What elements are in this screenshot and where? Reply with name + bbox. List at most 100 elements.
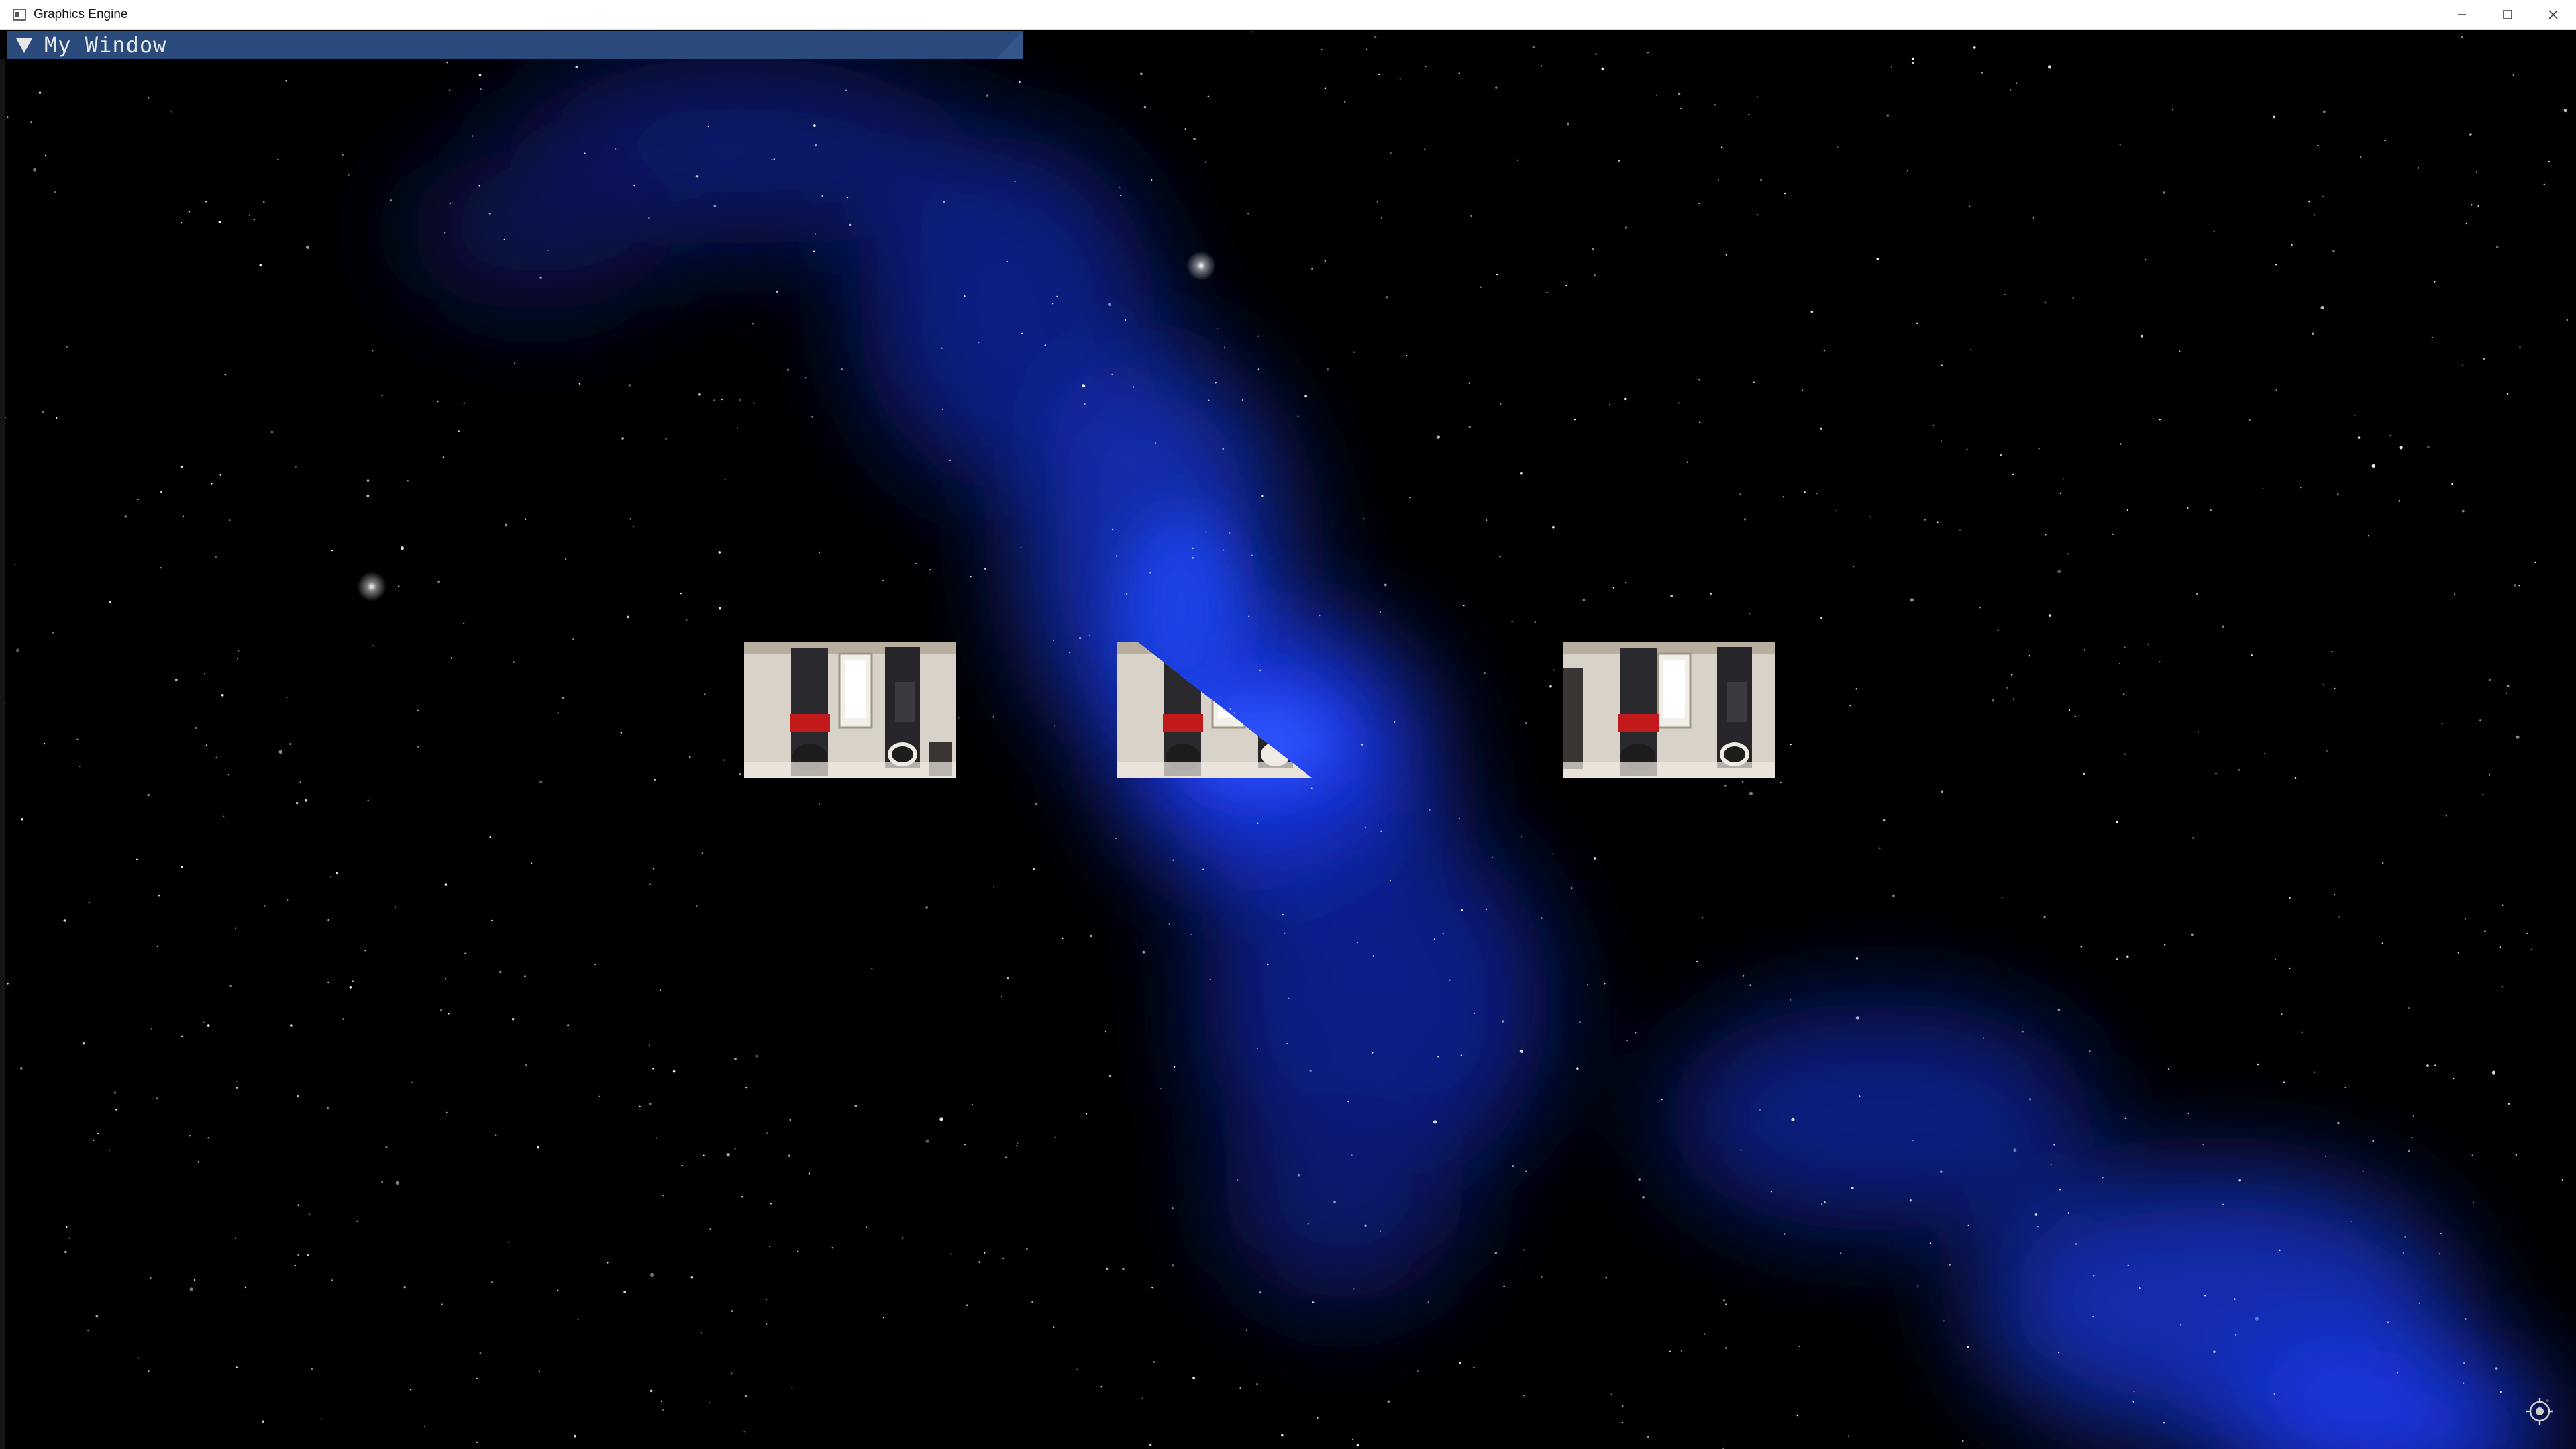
star [1245, 1329, 1248, 1331]
imgui-window-header[interactable]: My Window [7, 31, 1023, 59]
star [2234, 1298, 2236, 1300]
resize-grip[interactable] [996, 31, 1023, 59]
star [221, 694, 224, 697]
star [2506, 685, 2510, 688]
render-viewport[interactable]: My Window [0, 30, 2576, 1449]
star [656, 1137, 658, 1139]
star [1696, 960, 1698, 963]
star [1638, 1178, 1641, 1181]
star [1257, 822, 1259, 824]
star [444, 883, 448, 886]
star [1780, 781, 1782, 784]
star [1173, 1066, 1176, 1068]
star [2354, 414, 2356, 417]
star [1239, 1387, 1241, 1389]
star [1082, 384, 1086, 388]
star [1770, 1191, 1773, 1193]
star [2047, 65, 2052, 69]
star [311, 1368, 313, 1370]
collapse-toggle[interactable] [13, 34, 35, 56]
star [724, 479, 726, 481]
star [2283, 1081, 2285, 1083]
star [1790, 999, 1792, 1001]
star [1085, 1113, 1088, 1115]
star [2187, 1112, 2190, 1115]
star [734, 1148, 736, 1150]
star [771, 158, 773, 161]
star [2499, 946, 2502, 948]
star [1237, 1179, 1239, 1181]
star [2251, 654, 2253, 656]
star [2172, 109, 2174, 111]
star [2164, 944, 2166, 946]
star [2011, 674, 2013, 676]
star [2384, 139, 2386, 142]
star [2126, 955, 2129, 958]
star [1496, 273, 1498, 276]
star [235, 1080, 238, 1083]
star [336, 872, 338, 875]
star [2426, 1064, 2429, 1067]
star [244, 1286, 247, 1289]
star [1749, 613, 1751, 615]
star [2333, 894, 2336, 896]
star [1541, 917, 1543, 919]
star [234, 1237, 236, 1240]
star [1917, 1285, 1919, 1287]
star [181, 1035, 183, 1038]
maximize-icon [2503, 10, 2512, 19]
star [2451, 483, 2453, 485]
star [290, 1024, 293, 1027]
star [364, 950, 366, 952]
star [2043, 915, 2046, 919]
star [788, 1154, 791, 1157]
star [1142, 950, 1145, 954]
star [745, 1087, 748, 1089]
star [1610, 1393, 1612, 1395]
star [1605, 1277, 1607, 1279]
title-bar[interactable]: Graphics Engine [0, 0, 2576, 30]
star [2548, 160, 2551, 163]
star [2465, 1318, 2467, 1320]
star [503, 238, 506, 241]
star [2196, 593, 2198, 595]
star [1635, 1032, 1637, 1034]
star [367, 799, 369, 802]
textured-quad-right [1563, 642, 1775, 778]
star [1625, 226, 1628, 229]
star [2255, 1317, 2259, 1321]
star [1374, 36, 1377, 39]
star [578, 383, 581, 385]
minimize-button[interactable] [2439, 0, 2485, 30]
star [2235, 1334, 2237, 1336]
star [1427, 1301, 1429, 1303]
star [2488, 774, 2491, 776]
star [385, 1146, 388, 1149]
star [1749, 984, 1751, 986]
star [1748, 114, 1750, 116]
star [1669, 1350, 1671, 1353]
star [1282, 913, 1284, 916]
star [2441, 723, 2443, 725]
star [811, 416, 813, 418]
star [2167, 1068, 2170, 1070]
maximize-button[interactable] [2485, 0, 2530, 30]
star [2281, 1013, 2283, 1015]
star [1192, 547, 1194, 550]
close-button[interactable] [2530, 0, 2576, 30]
star [1532, 46, 1535, 48]
star [929, 569, 931, 571]
star [1740, 1149, 1742, 1151]
star [458, 430, 460, 432]
star [2301, 1031, 2303, 1034]
star [7, 983, 9, 985]
star [1111, 528, 1114, 531]
star [649, 883, 651, 885]
star [2483, 358, 2485, 360]
star [1309, 1069, 1312, 1072]
star [1062, 937, 1064, 940]
star [1100, 1386, 1102, 1388]
star [1941, 364, 1943, 366]
target-icon[interactable] [2526, 1398, 2553, 1425]
star [2372, 1140, 2374, 1142]
